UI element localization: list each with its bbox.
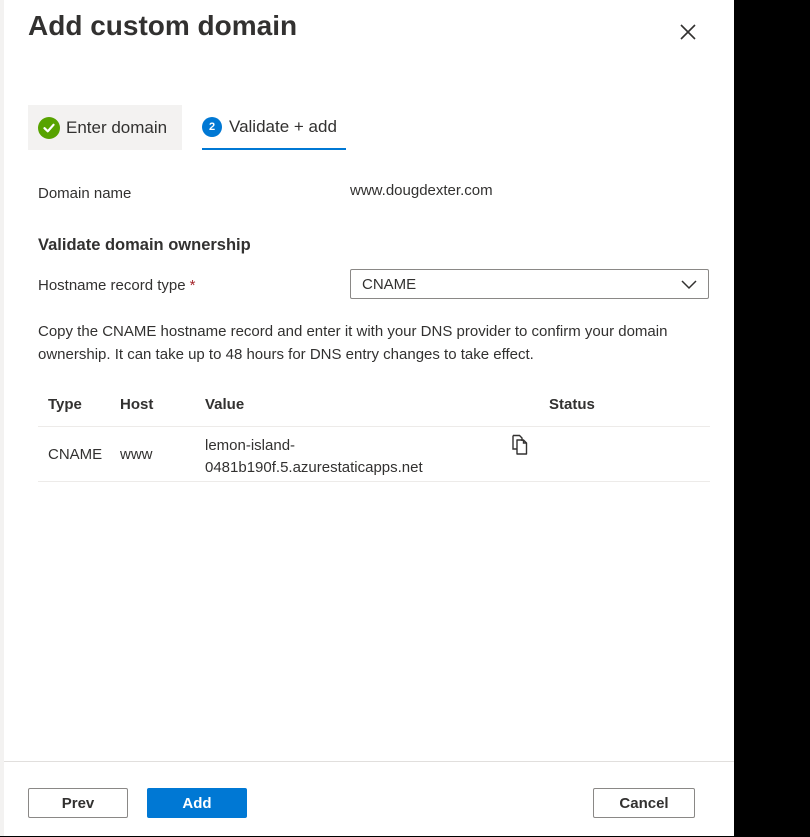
instructions-text: Copy the CNAME hostname record and enter… xyxy=(38,323,668,363)
add-custom-domain-panel: Add custom domain Enter domain 2 Validat… xyxy=(0,0,734,836)
step-label: Validate + add xyxy=(229,116,337,136)
copy-value-button[interactable] xyxy=(508,432,532,456)
checkmark-circle-icon xyxy=(38,116,60,139)
record-type-dropdown[interactable]: CNAME xyxy=(350,269,709,299)
section-heading: Validate domain ownership xyxy=(38,236,251,254)
step-enter-domain[interactable]: Enter domain xyxy=(28,105,182,150)
column-header-value: Value xyxy=(205,396,245,413)
copy-icon xyxy=(512,434,528,455)
column-header-type: Type xyxy=(48,396,82,413)
domain-name-label: Domain name xyxy=(38,185,132,202)
chevron-down-icon xyxy=(681,280,697,290)
cell-type: CNAME xyxy=(48,446,103,463)
cell-value-line2: 0481b190f.5.azurestaticapps.net xyxy=(205,459,423,476)
table-header-row: Type Host Value Status xyxy=(38,386,710,427)
step-validate-add[interactable]: 2 Validate + add xyxy=(202,105,346,150)
required-marker: * xyxy=(189,277,196,294)
close-icon xyxy=(680,24,696,40)
step-label: Enter domain xyxy=(66,117,168,137)
dropdown-selected-value: CNAME xyxy=(362,276,417,293)
column-header-status: Status xyxy=(549,396,595,413)
cell-host: www xyxy=(120,446,153,463)
panel-title: Add custom domain xyxy=(28,10,298,41)
add-button[interactable]: Add xyxy=(147,788,247,818)
cancel-button[interactable]: Cancel xyxy=(593,788,695,818)
table-row: CNAME www lemon-island- 0481b190f.5.azur… xyxy=(38,426,710,482)
close-button[interactable] xyxy=(674,18,702,46)
cell-value-line1: lemon-island- xyxy=(205,437,296,454)
prev-button[interactable]: Prev xyxy=(28,788,128,818)
column-header-host: Host xyxy=(120,396,154,413)
hostname-record-type-label: Hostname record type * xyxy=(38,277,195,294)
domain-name-value: www.dougdexter.com xyxy=(350,182,493,199)
footer-action-bar: Prev Add Cancel xyxy=(4,761,734,837)
step-number-badge: 2 xyxy=(202,116,222,137)
record-type-label-text: Hostname record type xyxy=(38,277,186,294)
